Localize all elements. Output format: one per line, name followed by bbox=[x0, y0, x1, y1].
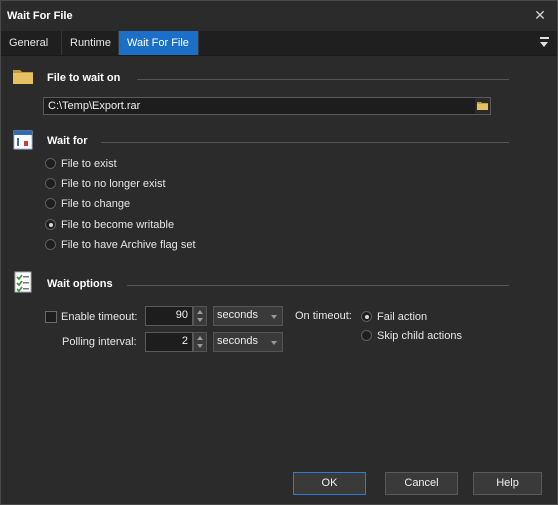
tab-general[interactable]: General bbox=[1, 31, 62, 55]
section-title-wait-options: Wait options bbox=[47, 278, 113, 290]
timeout-spin-input[interactable]: 90 bbox=[145, 306, 193, 326]
title-bar: Wait For File ✕ bbox=[1, 1, 557, 31]
file-path-value: C:\Temp\Export.rar bbox=[48, 100, 141, 112]
radio-button[interactable] bbox=[45, 219, 56, 230]
radio-button[interactable] bbox=[45, 198, 56, 209]
spin-down-icon[interactable] bbox=[197, 318, 203, 322]
radio-label: File to exist bbox=[61, 158, 117, 170]
polling-spin-buttons[interactable] bbox=[193, 332, 207, 352]
timeout-unit-select[interactable]: seconds bbox=[213, 306, 283, 326]
radio-label: File to have Archive flag set bbox=[61, 239, 196, 251]
polling-unit-value: seconds bbox=[217, 335, 258, 347]
close-icon[interactable]: ✕ bbox=[531, 6, 549, 24]
radio-button[interactable] bbox=[361, 311, 372, 322]
ok-button[interactable]: OK bbox=[293, 472, 366, 495]
tab-menu-icon[interactable] bbox=[539, 36, 551, 48]
tab-wait-for-file[interactable]: Wait For File bbox=[119, 31, 199, 55]
section-divider bbox=[101, 142, 509, 143]
polling-value: 2 bbox=[181, 335, 188, 347]
folder-icon bbox=[13, 70, 33, 84]
dialog-window: Wait For File ✕ General Runtime Wait For… bbox=[0, 0, 558, 505]
window-icon bbox=[13, 130, 33, 150]
tab-runtime[interactable]: Runtime bbox=[62, 31, 119, 55]
timeout-spin-buttons[interactable] bbox=[193, 306, 207, 326]
radio-label: File to change bbox=[61, 198, 131, 210]
polling-unit-select[interactable]: seconds bbox=[213, 332, 283, 352]
tab-label: Wait For File bbox=[127, 37, 189, 49]
help-button[interactable]: Help bbox=[473, 472, 542, 495]
polling-spin-input[interactable]: 2 bbox=[145, 332, 193, 352]
radio-button[interactable] bbox=[361, 330, 372, 341]
chevron-down-icon bbox=[271, 315, 277, 319]
radio-button[interactable] bbox=[45, 239, 56, 250]
cancel-button[interactable]: Cancel bbox=[385, 472, 458, 495]
radio-button[interactable] bbox=[45, 178, 56, 189]
radio-button[interactable] bbox=[45, 158, 56, 169]
checklist-icon bbox=[14, 271, 32, 293]
radio-label: File to no longer exist bbox=[61, 178, 166, 190]
tab-label: Runtime bbox=[70, 37, 111, 49]
radio-label: Fail action bbox=[377, 311, 428, 323]
enable-timeout-checkbox[interactable] bbox=[45, 311, 57, 323]
section-divider bbox=[137, 79, 509, 80]
on-timeout-label: On timeout: bbox=[295, 310, 352, 322]
spin-down-icon[interactable] bbox=[197, 344, 203, 348]
spin-up-icon[interactable] bbox=[197, 310, 203, 314]
spin-up-icon[interactable] bbox=[197, 336, 203, 340]
radio-label: Skip child actions bbox=[377, 330, 462, 342]
section-divider bbox=[127, 285, 509, 286]
browse-folder-icon[interactable] bbox=[475, 98, 490, 114]
tab-bar: General Runtime Wait For File bbox=[1, 31, 557, 56]
timeout-unit-value: seconds bbox=[217, 309, 258, 321]
radio-label: File to become writable bbox=[61, 219, 175, 231]
polling-interval-label: Polling interval: bbox=[62, 336, 137, 348]
timeout-value: 90 bbox=[175, 309, 188, 321]
enable-timeout-label: Enable timeout: bbox=[61, 311, 138, 323]
section-title-file: File to wait on bbox=[47, 72, 121, 84]
chevron-down-icon bbox=[271, 341, 277, 345]
section-title-wait-for: Wait for bbox=[47, 135, 88, 147]
tab-label: General bbox=[9, 37, 49, 49]
window-title: Wait For File bbox=[7, 10, 73, 22]
file-path-input[interactable]: C:\Temp\Export.rar bbox=[43, 97, 491, 115]
